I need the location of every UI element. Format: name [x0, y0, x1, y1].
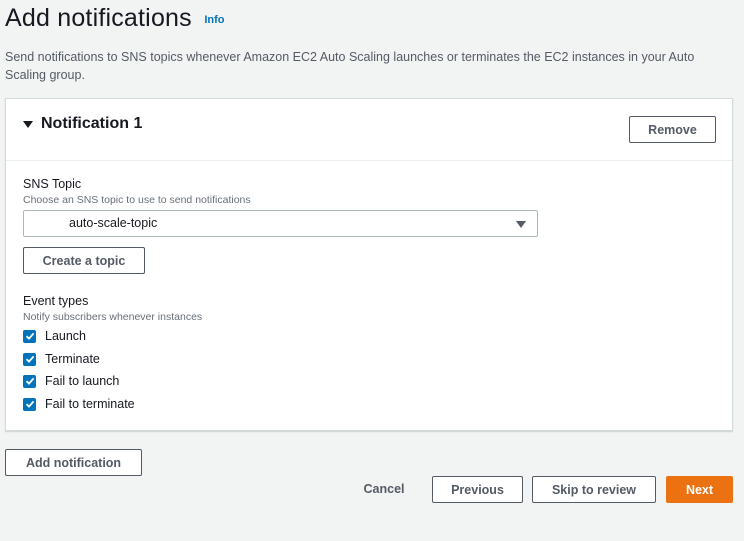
notification-panel-header: Notification 1 Remove — [6, 99, 732, 161]
next-button[interactable]: Next — [666, 476, 733, 503]
sns-topic-select[interactable]: auto-scale-topic — [23, 210, 538, 237]
notification-title[interactable]: Notification 1 — [41, 115, 142, 133]
fail-to-terminate-label: Fail to terminate — [45, 397, 135, 411]
event-type-fail-to-launch[interactable]: Fail to launch — [23, 373, 119, 389]
event-types-label: Event types — [23, 294, 89, 308]
sns-topic-description: Choose an SNS topic to use to send notif… — [23, 194, 251, 206]
fail-to-launch-label: Fail to launch — [45, 374, 120, 388]
skip-to-review-button[interactable]: Skip to review — [532, 476, 656, 503]
terminate-checkbox[interactable] — [23, 352, 36, 366]
checkmark-icon — [25, 400, 34, 408]
previous-button[interactable]: Previous — [432, 476, 523, 503]
create-topic-button[interactable]: Create a topic — [23, 247, 145, 274]
sns-topic-selected-value: auto-scale-topic — [69, 216, 158, 230]
terminate-label: Terminate — [45, 352, 100, 366]
page-title: Add notifications — [5, 4, 192, 32]
caret-down-icon[interactable] — [23, 121, 33, 128]
info-link[interactable]: Info — [204, 14, 224, 26]
page-description: Send notifications to SNS topics wheneve… — [5, 50, 695, 82]
chevron-down-icon — [516, 221, 526, 228]
checkmark-icon — [25, 355, 34, 363]
launch-label: Launch — [45, 329, 87, 343]
event-type-terminate[interactable]: Terminate — [23, 351, 100, 367]
event-type-launch[interactable]: Launch — [23, 328, 86, 344]
fail-to-terminate-checkbox[interactable] — [23, 397, 36, 411]
event-types-description: Notify subscribers whenever instances — [23, 311, 203, 323]
notification-panel: Notification 1 Remove SNS Topic Choose a… — [5, 98, 733, 431]
checkmark-icon — [25, 332, 34, 340]
launch-checkbox[interactable] — [23, 329, 36, 343]
event-type-fail-to-terminate[interactable]: Fail to terminate — [23, 396, 135, 412]
add-notification-button[interactable]: Add notification — [5, 449, 142, 476]
fail-to-launch-checkbox[interactable] — [23, 374, 36, 388]
cancel-button[interactable]: Cancel — [350, 476, 418, 502]
page-header: Add notifications Info — [5, 4, 224, 33]
sns-topic-label: SNS Topic — [23, 177, 82, 191]
remove-button[interactable]: Remove — [629, 116, 716, 143]
checkmark-icon — [25, 377, 34, 385]
